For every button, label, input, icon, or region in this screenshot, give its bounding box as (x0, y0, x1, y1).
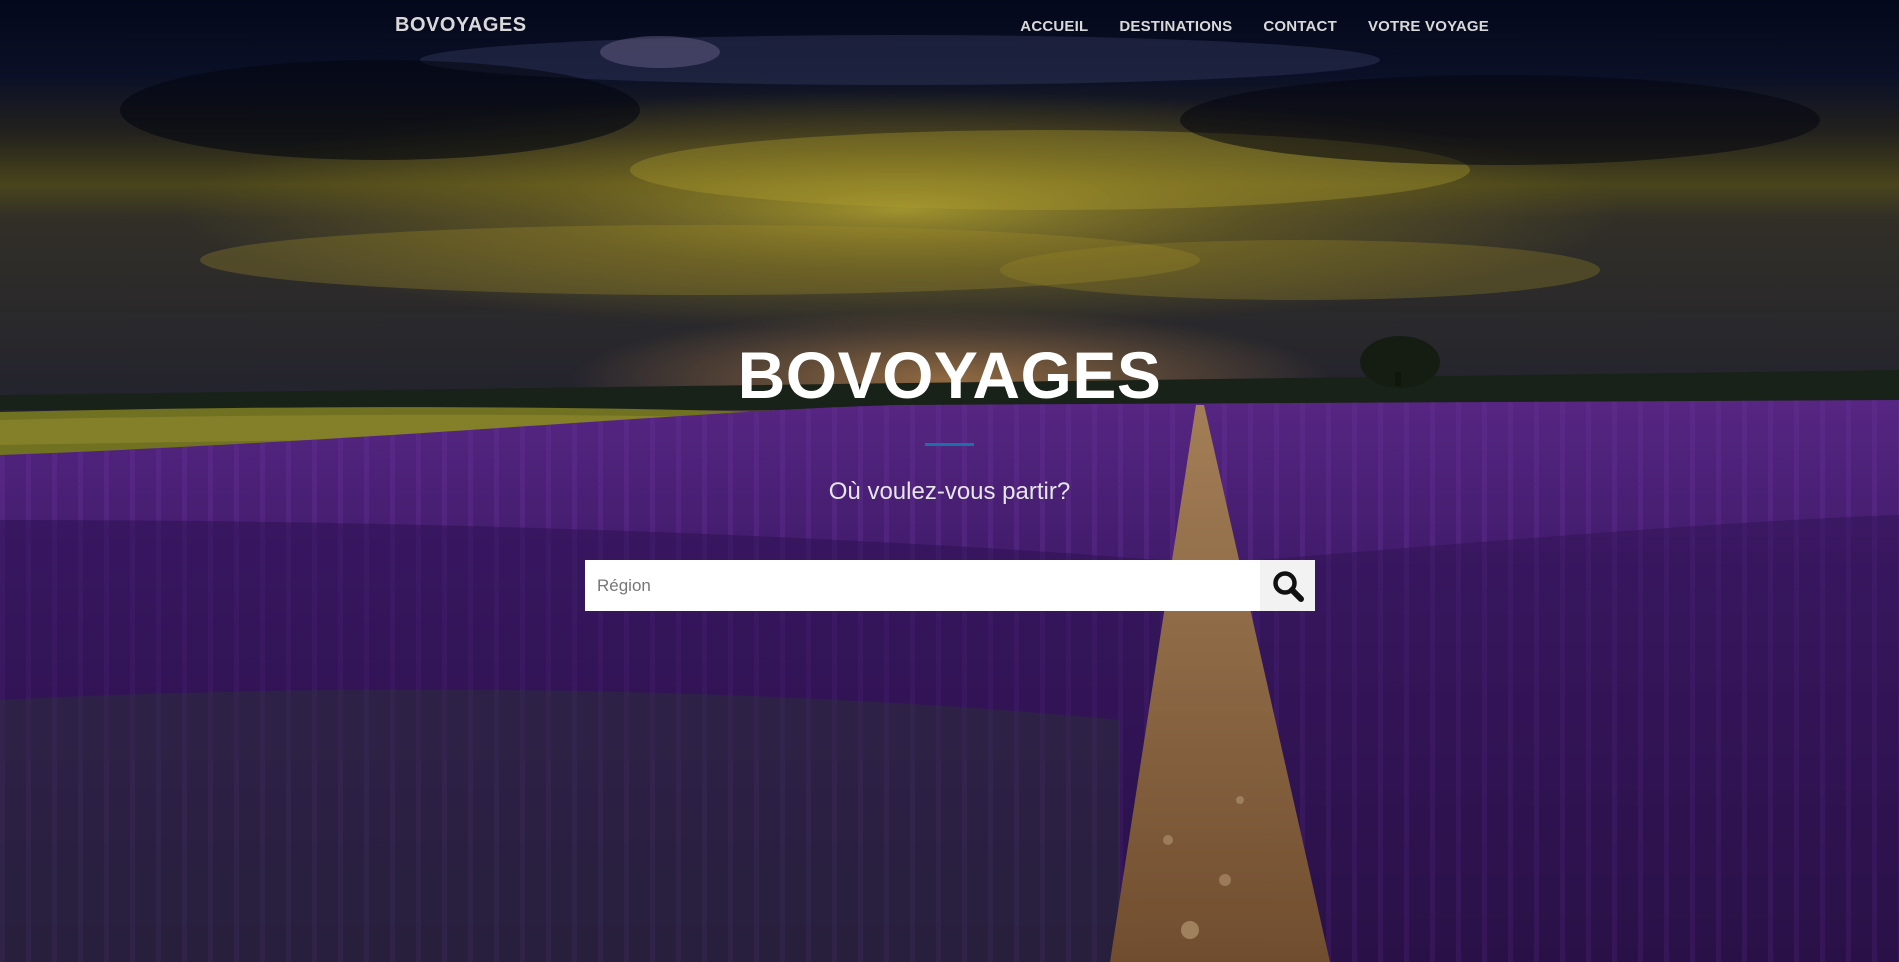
search-button[interactable] (1260, 560, 1315, 611)
nav-link-accueil[interactable]: ACCUEIL (1020, 18, 1088, 35)
brand-logo-link[interactable]: BOVOYAGES (395, 14, 527, 37)
nav-link-votre-voyage[interactable]: VOTRE VOYAGE (1368, 18, 1489, 35)
nav-link-destinations[interactable]: DESTINATIONS (1119, 18, 1232, 35)
nav-links: ACCUEIL DESTINATIONS CONTACT VOTRE VOYAG… (1020, 18, 1489, 35)
region-search-input[interactable] (585, 560, 1260, 611)
hero-subtitle: Où voulez-vous partir? (828, 478, 1071, 505)
hero-title: BOVOYAGES (737, 338, 1162, 412)
title-divider (925, 443, 974, 446)
region-search-form (585, 560, 1315, 611)
hero-section: BOVOYAGES ACCUEIL DESTINATIONS CONTACT V… (0, 0, 1899, 962)
top-navbar: BOVOYAGES ACCUEIL DESTINATIONS CONTACT V… (0, 0, 1899, 54)
search-icon (1272, 570, 1304, 602)
nav-link-contact[interactable]: CONTACT (1263, 18, 1337, 35)
